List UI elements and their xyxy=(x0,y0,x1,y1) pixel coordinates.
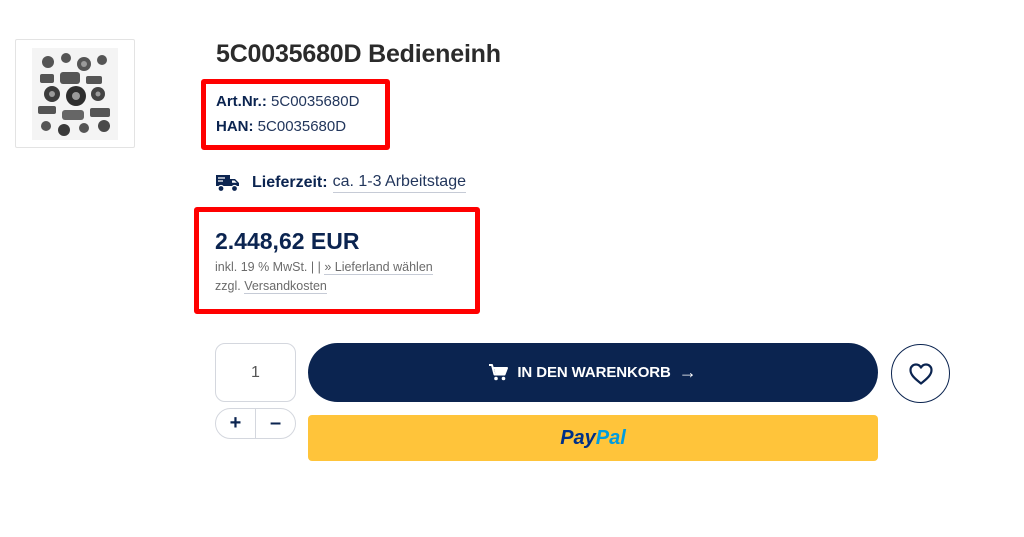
article-number-label: Art.Nr.: xyxy=(216,93,267,110)
heart-icon xyxy=(908,362,933,385)
shipping-info: zzgl. Versandkosten xyxy=(215,279,327,294)
shipping-prefix: zzgl. xyxy=(215,279,245,293)
product-title: 5C0035680D Bedieneinh xyxy=(216,40,501,68)
highlight-box-article xyxy=(201,79,390,150)
paypal-button[interactable]: Pay Pal xyxy=(308,415,878,461)
paypal-logo-pal: Pal xyxy=(595,426,626,449)
shipping-costs-link[interactable]: Versandkosten xyxy=(244,279,327,294)
article-number-value: 5C0035680D xyxy=(271,93,360,110)
paypal-logo-pay: Pay xyxy=(560,426,596,449)
quantity-stepper: + – xyxy=(215,408,296,439)
add-to-cart-button[interactable]: IN DEN WARENKORB → xyxy=(308,343,878,402)
cart-icon xyxy=(489,364,509,381)
delivery-time: Lieferzeit: ca. 1-3 Arbeitstage xyxy=(215,173,466,193)
product-thumbnail[interactable] xyxy=(15,39,135,148)
engine-parts-image xyxy=(32,47,118,140)
quantity-input[interactable]: 1 xyxy=(215,343,296,402)
tax-info: inkl. 19 % MwSt. | | » Lieferland wählen xyxy=(215,260,433,275)
quantity-plus-button[interactable]: + xyxy=(216,409,256,438)
delivery-label: Lieferzeit: xyxy=(252,174,328,191)
manufacturer-number-value: 5C0035680D xyxy=(257,118,347,135)
manufacturer-number: HAN: 5C0035680D xyxy=(216,118,346,135)
truck-icon xyxy=(216,175,239,193)
tax-text: inkl. 19 % MwSt. | | xyxy=(215,260,325,274)
wishlist-button[interactable] xyxy=(891,344,950,403)
article-number: Art.Nr.: 5C0035680D xyxy=(216,93,359,110)
quantity-minus-button[interactable]: – xyxy=(256,409,295,438)
arrow-right-icon: → xyxy=(678,362,697,382)
manufacturer-number-label: HAN: xyxy=(216,118,254,135)
delivery-country-link[interactable]: » Lieferland wählen xyxy=(324,260,433,275)
add-to-cart-label: IN DEN WARENKORB xyxy=(517,364,671,381)
product-price: 2.448,62 EUR xyxy=(215,228,360,254)
delivery-value-link[interactable]: ca. 1-3 Arbeitstage xyxy=(332,173,466,193)
